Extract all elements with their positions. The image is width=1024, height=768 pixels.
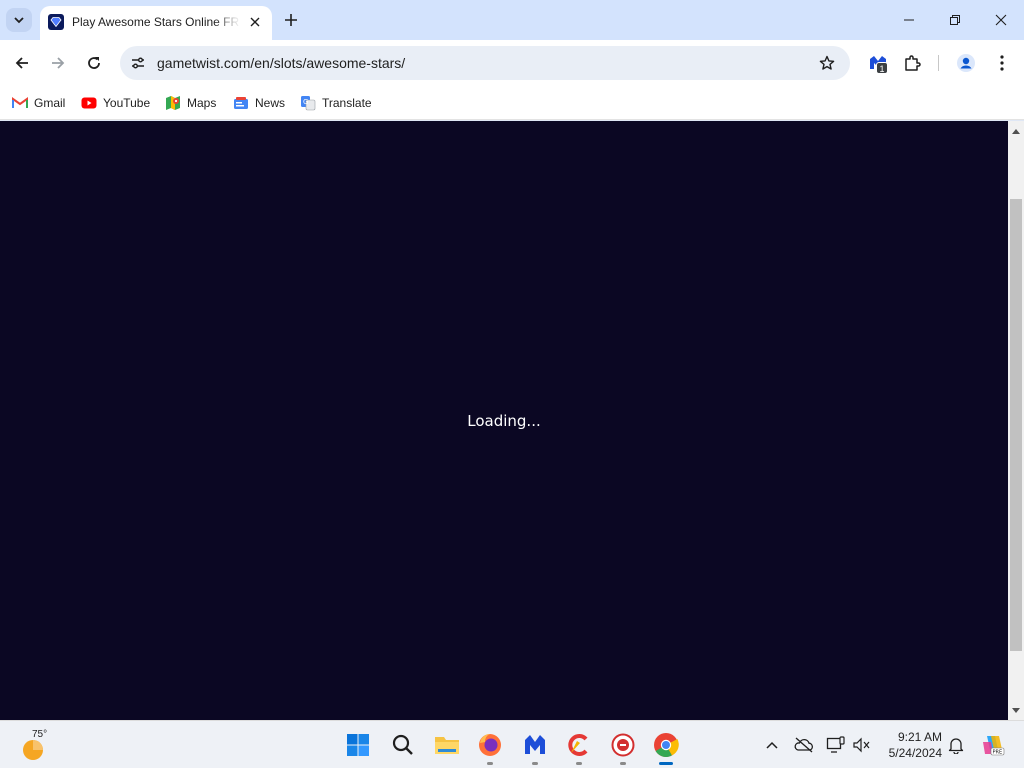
tab-title: Play Awesome Stars Online FREE <box>72 15 240 29</box>
tab-close-button[interactable] <box>246 13 264 31</box>
minimize-icon <box>904 19 914 21</box>
clock-time: 9:21 AM <box>897 730 942 744</box>
back-button[interactable] <box>9 50 35 76</box>
weather-temperature: 75° <box>32 729 48 740</box>
running-indicator <box>620 762 626 765</box>
bookmarks-bar: Gmail YouTube Maps News G Translate <box>0 86 1024 120</box>
display-network-icon[interactable] <box>826 735 846 755</box>
running-indicator <box>576 762 582 765</box>
scroll-up-arrow-icon[interactable] <box>1008 123 1024 139</box>
browser-toolbar: gametwist.com/en/slots/awesome-stars/ 1 <box>0 40 1024 86</box>
notification-bell-icon[interactable] <box>946 735 966 755</box>
bookmark-translate[interactable]: G Translate <box>296 92 376 114</box>
bookmark-label: News <box>255 96 286 110</box>
extension-badge: 1 <box>876 62 888 74</box>
bookmark-news[interactable]: News <box>229 92 289 114</box>
page-content: Loading... <box>0 121 1008 720</box>
svg-text:PRE: PRE <box>993 750 1003 756</box>
toolbar-divider <box>938 55 939 71</box>
restore-button[interactable] <box>932 0 978 40</box>
bookmark-label: YouTube <box>103 96 151 110</box>
bookmark-label: Gmail <box>34 96 66 110</box>
weather-sun-icon <box>23 740 43 760</box>
scroll-down-arrow-icon[interactable] <box>1008 703 1024 719</box>
chevron-up-icon[interactable] <box>762 735 782 755</box>
restore-icon <box>950 15 960 25</box>
search-icon[interactable] <box>387 729 419 761</box>
svg-text:G: G <box>303 98 308 106</box>
bookmark-gmail[interactable]: Gmail <box>8 92 69 114</box>
system-clock[interactable]: 9:21 AM 5/24/2024 <box>880 729 942 761</box>
arrow-left-icon <box>15 57 28 69</box>
malwarebytes-extension-icon[interactable]: 1 <box>866 51 890 75</box>
scroll-thumb[interactable] <box>1010 199 1022 651</box>
forward-button[interactable] <box>45 50 71 76</box>
site-info-icon[interactable] <box>128 53 148 73</box>
onedrive-offline-icon[interactable] <box>794 735 814 755</box>
loading-text: Loading... <box>467 412 541 430</box>
address-bar[interactable]: gametwist.com/en/slots/awesome-stars/ <box>120 46 850 80</box>
close-icon <box>995 14 1007 26</box>
firefox-icon[interactable] <box>474 729 506 765</box>
windows-start-icon[interactable] <box>342 729 374 761</box>
clock-date: 5/24/2024 <box>888 746 942 760</box>
copilot-icon[interactable]: PRE <box>980 733 1006 757</box>
maps-icon <box>165 95 181 111</box>
bookmark-label: Maps <box>187 96 217 110</box>
weather-widget[interactable]: 75° <box>18 727 58 763</box>
extensions-puzzle-icon[interactable] <box>900 51 924 75</box>
reload-button[interactable] <box>81 50 107 76</box>
youtube-icon <box>81 95 97 111</box>
running-indicator <box>659 762 673 765</box>
translate-icon: G <box>300 95 316 111</box>
menu-kebab-icon[interactable] <box>990 51 1014 75</box>
bookmark-youtube[interactable]: YouTube <box>77 92 154 114</box>
minimize-button[interactable] <box>886 0 932 40</box>
tab-strip: Play Awesome Stars Online FREE <box>0 0 1024 40</box>
file-explorer-icon[interactable] <box>431 729 463 761</box>
volume-muted-icon[interactable] <box>852 735 872 755</box>
tab-active[interactable]: Play Awesome Stars Online FREE <box>40 6 272 40</box>
arrow-right-icon <box>52 57 65 69</box>
bookmark-star-icon[interactable] <box>818 54 836 72</box>
ccleaner-icon[interactable] <box>563 729 595 765</box>
news-icon <box>233 95 249 111</box>
gametwist-diamond-icon <box>48 14 64 30</box>
taskbar: 75° 9:21 AM 5/24/2024 PRE <box>0 720 1024 768</box>
chevron-down-icon <box>14 17 24 24</box>
url-text[interactable]: gametwist.com/en/slots/awesome-stars/ <box>157 55 405 71</box>
profile-avatar-icon[interactable] <box>954 51 978 75</box>
running-indicator <box>487 762 493 765</box>
gmail-icon <box>12 95 28 111</box>
page-scrollbar[interactable] <box>1008 121 1024 720</box>
app-red-icon[interactable] <box>607 729 639 765</box>
malwarebytes-icon[interactable] <box>519 729 551 765</box>
tab-search-button[interactable] <box>6 8 32 32</box>
new-tab-button[interactable] <box>280 9 302 31</box>
chrome-icon[interactable] <box>650 729 682 765</box>
close-icon <box>250 17 260 27</box>
running-indicator <box>532 762 538 765</box>
bookmark-maps[interactable]: Maps <box>161 92 220 114</box>
reload-icon <box>88 57 100 69</box>
plus-icon <box>285 14 297 26</box>
close-window-button[interactable] <box>978 0 1024 40</box>
bookmark-label: Translate <box>322 96 372 110</box>
